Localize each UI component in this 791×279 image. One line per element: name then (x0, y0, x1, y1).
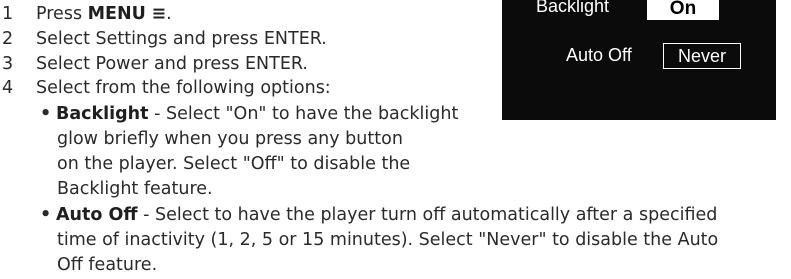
backlight-option-line: glow briefly when you press any button (57, 129, 403, 149)
screen-backlight-value: On (647, 0, 719, 20)
step-number: 3 (2, 54, 14, 74)
screen-auto-off-label: Auto Off (566, 45, 632, 65)
step-text-suffix: . (166, 4, 172, 24)
backlight-option-title: Backlight (56, 104, 149, 124)
player-screen-illustration: Backlight On Auto Off Never (502, 0, 776, 120)
bullet: • (40, 104, 52, 124)
menu-icon: ≡ (151, 4, 167, 24)
backlight-option: • Backlight - Select "On" to have the bac… (40, 102, 458, 126)
screen-backlight-label: Backlight (536, 0, 610, 16)
backlight-option-text: - Select "On" to have the backlight (148, 104, 459, 124)
auto-off-option-line: Off feature. (57, 255, 158, 275)
auto-off-option-line: time of inactivity (1, 2, 5 or 15 minute… (57, 230, 719, 250)
step-number: 4 (2, 78, 14, 98)
menu-button-label: MENU (87, 4, 146, 24)
auto-off-option-title: Auto Off (56, 205, 138, 225)
bullet: • (40, 205, 52, 225)
step-text: Press MENU ≡. (36, 2, 172, 26)
step-text: Select Settings and press ENTER. (36, 29, 327, 49)
step-text: Select from the following options: (36, 78, 331, 98)
screen-auto-off-value: Never (663, 43, 741, 69)
step-text-prefix: Press (36, 4, 88, 24)
step-number: 1 (2, 4, 14, 24)
step-number: 2 (2, 29, 14, 49)
auto-off-option-text: - Select to have the player turn off aut… (137, 205, 718, 225)
backlight-option-line: Backlight feature. (57, 179, 213, 199)
step-text: Select Power and press ENTER. (36, 54, 308, 74)
auto-off-option: • Auto Off - Select to have the player tu… (40, 203, 717, 227)
backlight-option-line: on the player. Select "Off" to disable t… (57, 154, 411, 174)
